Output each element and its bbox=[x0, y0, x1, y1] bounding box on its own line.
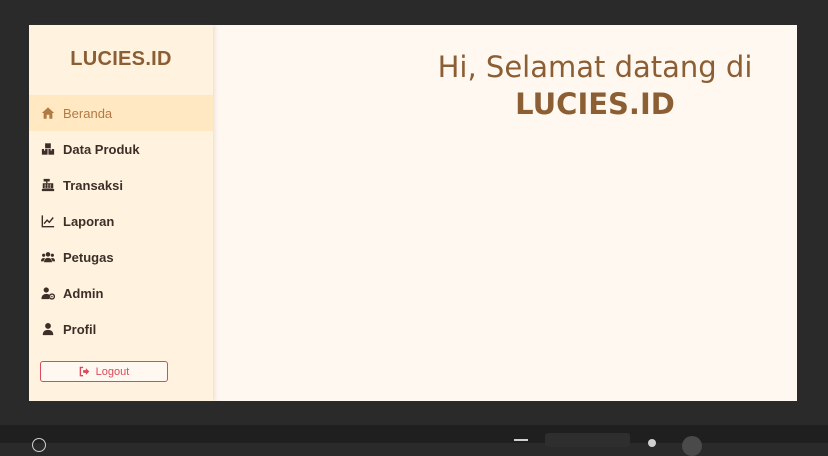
sidebar-nav: Beranda Data Produk Transaksi Laporan Pe… bbox=[29, 95, 213, 347]
sidebar-item-label: Profil bbox=[63, 321, 97, 337]
avatar[interactable] bbox=[682, 436, 702, 456]
menu-icon[interactable] bbox=[514, 439, 528, 441]
user-cog-icon bbox=[40, 285, 56, 301]
sign-out-icon bbox=[79, 366, 96, 377]
line-chart-icon bbox=[40, 213, 56, 229]
logout-button[interactable]: Logout bbox=[40, 361, 168, 382]
settings-icon[interactable] bbox=[648, 439, 656, 447]
sidebar-item-admin[interactable]: Admin bbox=[29, 275, 213, 311]
sidebar-item-laporan[interactable]: Laporan bbox=[29, 203, 213, 239]
main-content: Hi, Selamat datang di LUCIES.ID bbox=[213, 25, 797, 401]
sidebar-item-label: Petugas bbox=[63, 249, 114, 265]
welcome-heading: Hi, Selamat datang di LUCIES.ID bbox=[435, 49, 755, 123]
welcome-line-1: Hi, Selamat datang di bbox=[437, 50, 753, 84]
user-icon bbox=[40, 321, 56, 337]
sidebar-item-data-produk[interactable]: Data Produk bbox=[29, 131, 213, 167]
taskbar bbox=[0, 425, 828, 456]
brand-logo[interactable]: LUCIES.ID bbox=[29, 25, 213, 95]
sidebar-item-transaksi[interactable]: Transaksi bbox=[29, 167, 213, 203]
welcome-line-2: LUCIES.ID bbox=[515, 87, 675, 121]
cash-register-icon bbox=[40, 177, 56, 193]
boxes-icon bbox=[40, 141, 56, 157]
logout-label: Logout bbox=[95, 365, 130, 378]
sidebar-item-label: Data Produk bbox=[63, 141, 140, 157]
home-icon bbox=[40, 105, 56, 121]
users-icon bbox=[40, 249, 56, 265]
zoom-field[interactable] bbox=[545, 433, 630, 447]
sidebar-item-label: Laporan bbox=[63, 213, 115, 229]
sidebar-item-petugas[interactable]: Petugas bbox=[29, 239, 213, 275]
sidebar: LUCIES.ID Beranda Data Produk Transaksi bbox=[29, 25, 213, 401]
sidebar-item-label: Beranda bbox=[63, 105, 113, 121]
sidebar-item-beranda[interactable]: Beranda bbox=[29, 95, 213, 131]
sidebar-item-label: Admin bbox=[63, 285, 104, 301]
sidebar-item-profil[interactable]: Profil bbox=[29, 311, 213, 347]
app-window: LUCIES.ID Beranda Data Produk Transaksi bbox=[29, 25, 797, 401]
sidebar-item-label: Transaksi bbox=[63, 177, 123, 193]
help-icon[interactable] bbox=[32, 438, 46, 452]
